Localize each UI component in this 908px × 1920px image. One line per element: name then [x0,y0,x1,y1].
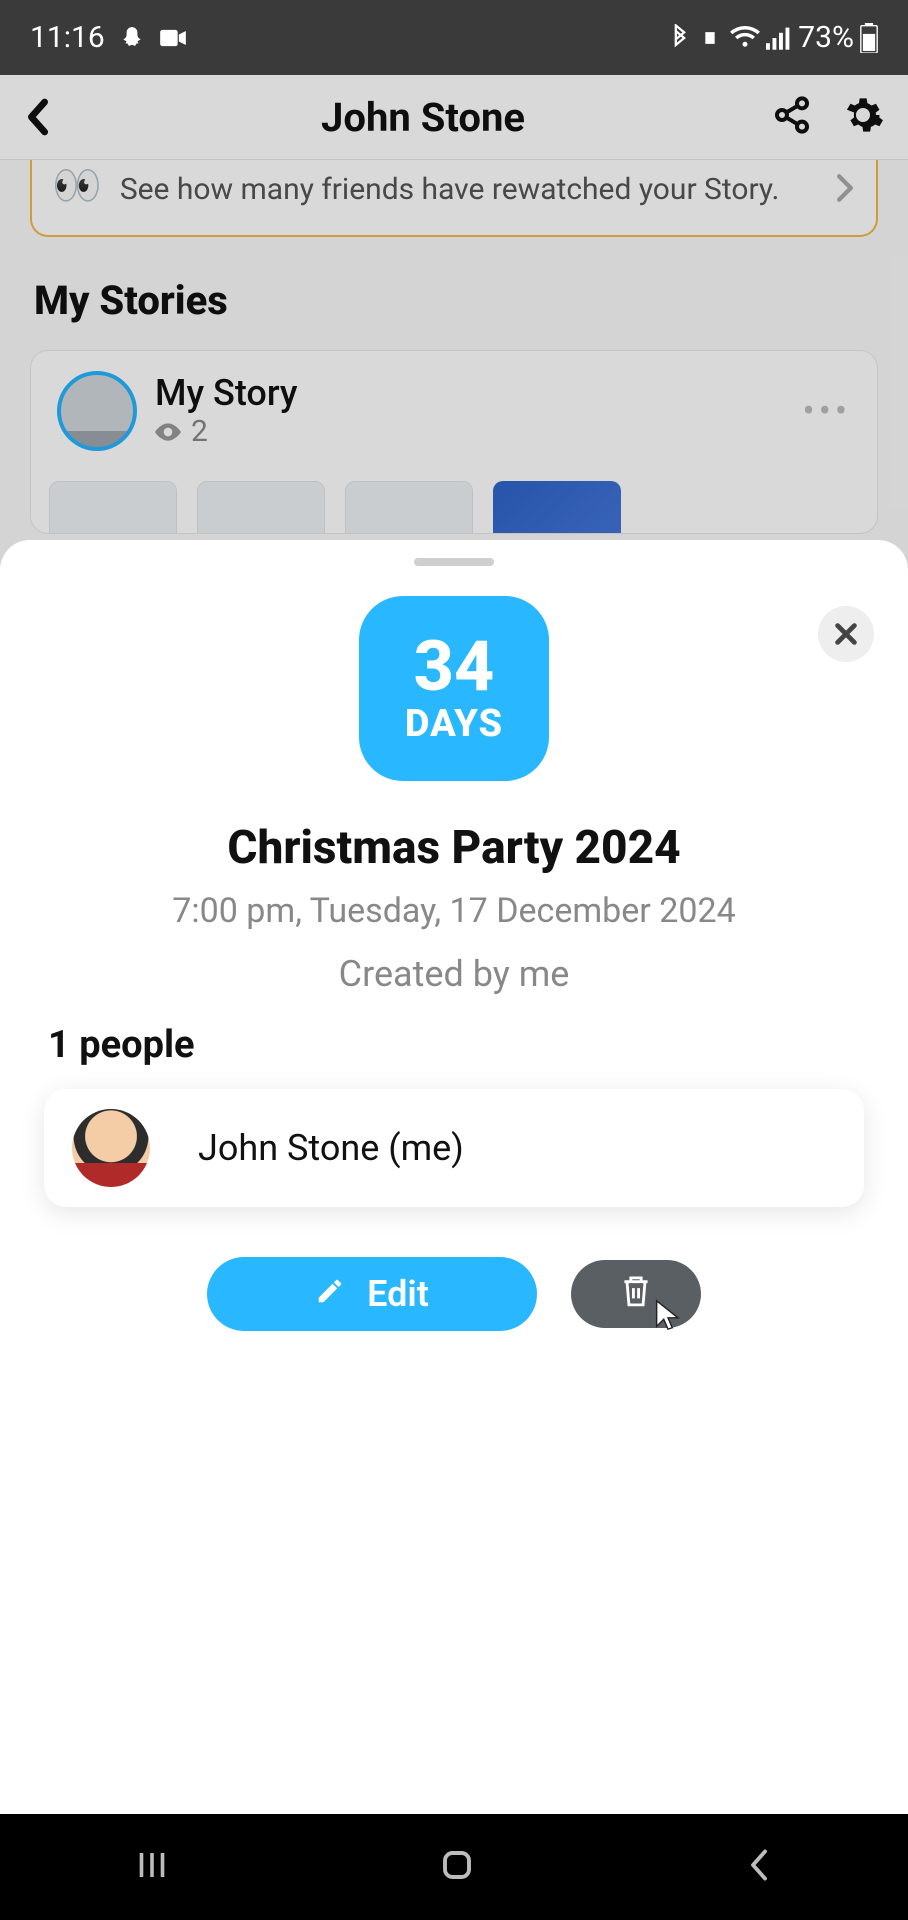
story-thumb[interactable] [197,481,325,533]
battery-icon [860,23,878,53]
trash-icon [620,1274,652,1314]
story-title: My Story [155,372,803,414]
event-title: Christmas Party 2024 [0,821,908,875]
eyes-icon: 👀 [52,166,102,206]
vibrate-icon [696,25,724,51]
settings-gear-icon[interactable] [842,94,884,140]
my-story-row[interactable]: My Story 2 ••• [31,351,877,463]
countdown-number: 34 [414,632,495,702]
more-icon[interactable]: ••• [803,390,851,432]
share-icon[interactable] [772,95,812,139]
wifi-icon [730,26,760,50]
countdown-unit: DAYS [405,702,503,746]
android-nav-bar [0,1814,908,1920]
pencil-icon [315,1273,345,1315]
story-view-count: 2 [191,414,208,449]
rewatch-text: See how many friends have rewatched your… [120,170,816,211]
countdown-bottom-sheet: 34 DAYS Christmas Party 2024 7:00 pm, Tu… [0,540,908,1814]
event-created-by: Created by me [0,953,908,995]
delete-button[interactable] [571,1260,701,1328]
story-thumbnails [31,463,877,533]
person-name: John Stone (me) [198,1127,464,1169]
chevron-right-icon [834,172,856,208]
bluetooth-icon [670,24,690,52]
story-thumb[interactable] [345,481,473,533]
battery-percentage: 73% [798,20,854,55]
cursor-icon [653,1298,683,1336]
status-bar: 11:16 73% [0,0,908,75]
edit-label: Edit [367,1273,429,1315]
android-back-button[interactable] [744,1847,774,1887]
rewatch-promo-card[interactable]: 👀 See how many friends have rewatched yo… [30,160,878,237]
app-header: John Stone [0,75,908,160]
page-title: John Stone [74,94,772,141]
status-time: 11:16 [30,20,105,55]
story-avatar [57,371,137,451]
avatar [72,1109,150,1187]
close-button[interactable] [818,606,874,662]
stories-card: My Story 2 ••• [30,350,878,534]
recent-apps-button[interactable] [134,1847,170,1887]
story-thumb[interactable] [49,481,177,533]
countdown-badge: 34 DAYS [359,596,549,781]
people-count: 1 people [0,1023,908,1089]
back-button[interactable] [24,97,74,137]
my-stories-heading: My Stories [0,277,908,350]
sheet-drag-handle[interactable] [414,558,494,566]
snapchat-notification-icon [119,25,145,51]
eye-icon [155,414,181,449]
person-card[interactable]: John Stone (me) [44,1089,864,1207]
camera-icon [159,27,187,49]
signal-icon [766,26,792,50]
event-datetime: 7:00 pm, Tuesday, 17 December 2024 [0,891,908,931]
edit-button[interactable]: Edit [207,1257,537,1331]
story-thumb[interactable] [493,481,621,533]
home-button[interactable] [439,1847,475,1887]
